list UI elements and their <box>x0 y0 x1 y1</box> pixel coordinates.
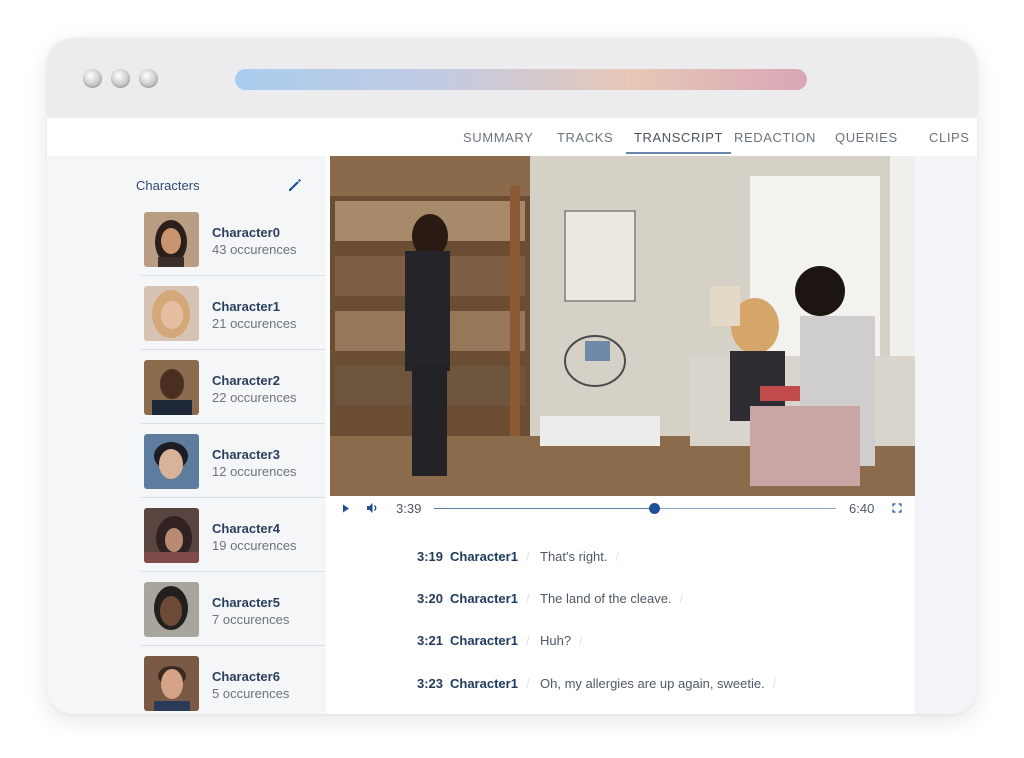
character-name: Character1 <box>212 299 280 314</box>
seek-bar-fill <box>434 508 655 509</box>
transcript-line[interactable]: 3:21 Character1 Huh? <box>326 633 915 653</box>
character-occurrences: 19 occurences <box>212 538 297 553</box>
characters-sidebar: Characters Character0 43 occurences Char… <box>47 156 326 714</box>
window-close-button[interactable] <box>83 69 102 88</box>
seek-handle[interactable] <box>649 503 661 514</box>
tab-queries[interactable]: QUERIES <box>835 130 898 145</box>
character-name: Character4 <box>212 521 280 536</box>
transcript-list: 3:19 Character1 That's right. 3:20 Chara… <box>326 520 915 714</box>
transcript-speaker[interactable]: Character1 <box>450 633 530 648</box>
character-occurrences: 7 occurences <box>212 612 290 627</box>
character-occurrences: 22 occurences <box>212 390 297 405</box>
tab-transcript[interactable]: TRANSCRIPT <box>625 130 732 154</box>
transcript-line[interactable]: 3:19 Character1 That's right. <box>326 549 915 569</box>
player-controls: 3:39 6:40 <box>326 496 915 520</box>
duration-time: 6:40 <box>849 501 875 516</box>
list-item-character0[interactable]: Character0 43 occurences <box>141 202 325 276</box>
transcript-text: Oh, my allergies are up again, sweetie. <box>540 676 776 691</box>
window-maximize-button[interactable] <box>139 69 158 88</box>
character-name: Character5 <box>212 595 280 610</box>
seek-bar[interactable] <box>434 503 836 514</box>
transcript-time: 3:19 <box>416 549 443 564</box>
fullscreen-icon[interactable] <box>892 503 902 513</box>
current-time: 3:39 <box>396 501 422 516</box>
avatar <box>144 508 199 563</box>
tab-clips[interactable]: CLIPS <box>929 130 970 145</box>
window-minimize-button[interactable] <box>111 69 130 88</box>
play-icon[interactable] <box>342 504 350 513</box>
tab-redaction[interactable]: REDACTION <box>734 130 816 145</box>
avatar <box>144 656 199 711</box>
avatar <box>144 212 199 267</box>
transcript-text: Huh? <box>540 633 583 648</box>
transcript-time: 3:21 <box>416 633 443 648</box>
transcript-text: That's right. <box>540 549 619 564</box>
list-item-character5[interactable]: Character5 7 occurences <box>141 572 325 646</box>
character-name: Character6 <box>212 669 280 684</box>
main-panel: 3:39 6:40 3:19 Character1 That's right. … <box>326 156 915 714</box>
transcript-speaker[interactable]: Character1 <box>450 591 530 606</box>
tab-summary[interactable]: SUMMARY <box>463 130 533 145</box>
character-name: Character0 <box>212 225 280 240</box>
tab-tracks[interactable]: TRACKS <box>557 130 613 145</box>
address-bar[interactable] <box>235 69 807 90</box>
character-name: Character2 <box>212 373 280 388</box>
transcript-speaker[interactable]: Character1 <box>450 676 530 691</box>
transcript-speaker[interactable]: Character1 <box>450 549 530 564</box>
tab-bar: SUMMARY TRACKS TRANSCRIPT REDACTION QUER… <box>47 118 977 156</box>
avatar <box>144 360 199 415</box>
character-occurrences: 5 occurences <box>212 686 290 701</box>
video-frame[interactable] <box>330 156 915 496</box>
transcript-time: 3:23 <box>416 676 443 691</box>
list-item-character6[interactable]: Character6 5 occurences <box>141 646 325 714</box>
sidebar-title: Characters <box>136 178 200 193</box>
avatar <box>144 582 199 637</box>
list-item-character3[interactable]: Character3 12 occurences <box>141 424 325 498</box>
pencil-icon[interactable] <box>287 177 303 193</box>
list-item-character2[interactable]: Character2 22 occurences <box>141 350 325 424</box>
transcript-line[interactable]: 3:20 Character1 The land of the cleave. <box>326 591 915 611</box>
avatar <box>144 286 199 341</box>
character-occurrences: 12 occurences <box>212 464 297 479</box>
character-occurrences: 43 occurences <box>212 242 297 257</box>
list-item-character4[interactable]: Character4 19 occurences <box>141 498 325 572</box>
right-gutter <box>915 156 977 714</box>
volume-icon[interactable] <box>366 502 379 514</box>
title-bar <box>47 38 977 118</box>
character-list: Character0 43 occurences Character1 21 o… <box>141 202 325 714</box>
character-name: Character3 <box>212 447 280 462</box>
list-item-character1[interactable]: Character1 21 occurences <box>141 276 325 350</box>
transcript-time: 3:20 <box>416 591 443 606</box>
app-window: SUMMARY TRACKS TRANSCRIPT REDACTION QUER… <box>47 38 977 714</box>
avatar <box>144 434 199 489</box>
transcript-text: The land of the cleave. <box>540 591 683 606</box>
character-occurrences: 21 occurences <box>212 316 297 331</box>
transcript-line[interactable]: 3:23 Character1 Oh, my allergies are up … <box>326 676 915 696</box>
